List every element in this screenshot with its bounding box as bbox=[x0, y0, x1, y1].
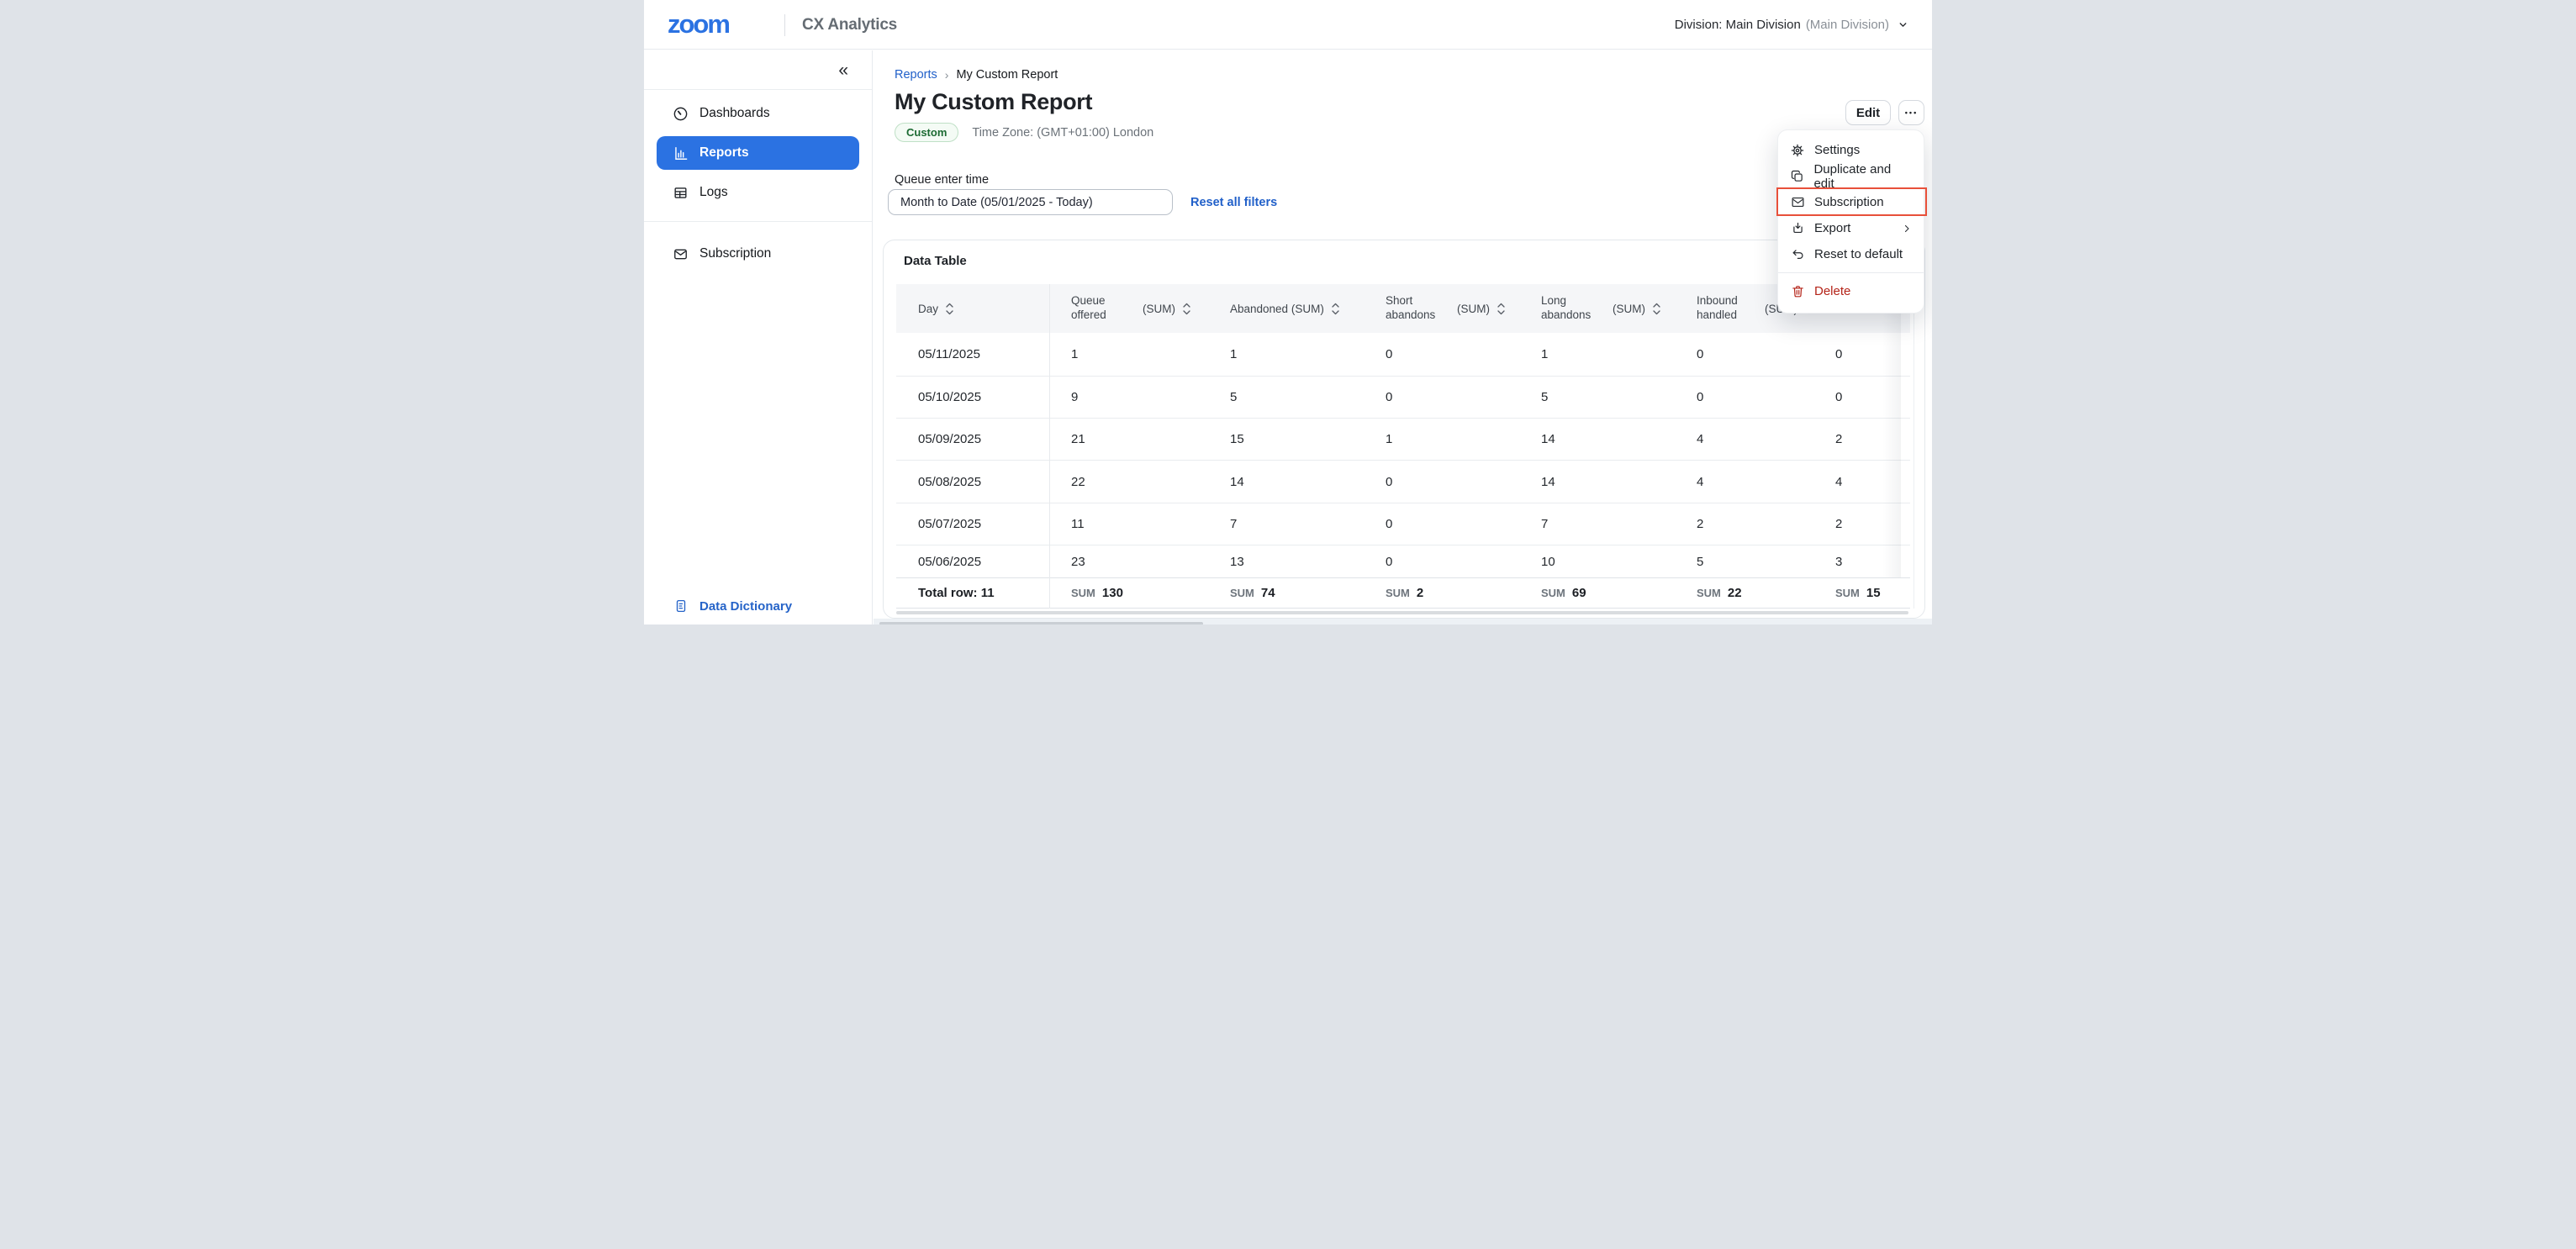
date-range-filter[interactable]: Month to Date (05/01/2025 - Today) bbox=[888, 189, 1173, 215]
division-label: Division: Main Division bbox=[1675, 18, 1801, 32]
document-icon bbox=[673, 598, 689, 614]
sort-icon[interactable] bbox=[1183, 303, 1190, 315]
chevron-down-icon bbox=[1894, 19, 1908, 30]
sidebar-item-label: Subscription bbox=[699, 246, 771, 261]
sort-icon[interactable] bbox=[1332, 303, 1339, 315]
total-cell: SUM2 bbox=[1364, 578, 1519, 608]
menu-item-delete[interactable]: Delete bbox=[1778, 278, 1924, 304]
bar-chart-icon bbox=[673, 145, 689, 161]
copy-icon bbox=[1790, 169, 1804, 183]
total-cell: SUM74 bbox=[1208, 578, 1364, 608]
sidebar-collapse-icon[interactable]: « bbox=[838, 61, 848, 80]
total-cell: SUM22 bbox=[1675, 578, 1813, 608]
horizontal-scroll-shadow bbox=[1882, 284, 1901, 577]
reset-filters-link[interactable]: Reset all filters bbox=[1190, 189, 1277, 215]
sort-icon[interactable] bbox=[1653, 303, 1660, 315]
breadcrumb-separator-icon: › bbox=[945, 68, 949, 82]
menu-item-reset-default[interactable]: Reset to default bbox=[1778, 241, 1924, 267]
table-header-row: Day Queue offered (SUM) Abandoned (SUM) … bbox=[896, 284, 1910, 333]
card-title: Data Table bbox=[904, 254, 967, 268]
data-dictionary-link[interactable]: Data Dictionary bbox=[657, 591, 859, 621]
filter-label: Queue enter time bbox=[895, 173, 989, 187]
envelope-icon bbox=[1790, 195, 1805, 209]
total-row-label: Total row: 11 bbox=[896, 578, 1049, 608]
more-options-menu: Settings Duplicate and edit Subscription… bbox=[1777, 129, 1924, 314]
report-meta: Custom Time Zone: (GMT+01:00) London bbox=[895, 123, 1153, 142]
breadcrumb-reports-link[interactable]: Reports bbox=[895, 68, 937, 82]
menu-item-duplicate[interactable]: Duplicate and edit bbox=[1778, 163, 1924, 189]
table-row[interactable]: 05/09/2025 21 15 1 14 4 2 bbox=[896, 419, 1910, 461]
column-header-abandoned[interactable]: Abandoned (SUM) bbox=[1208, 284, 1364, 333]
division-sublabel: (Main Division) bbox=[1806, 18, 1889, 32]
gauge-icon bbox=[673, 106, 689, 122]
data-table: Day Queue offered (SUM) Abandoned (SUM) … bbox=[896, 284, 1910, 609]
total-cell: SUM15 bbox=[1813, 578, 1885, 608]
sidebar-item-label: Dashboards bbox=[699, 106, 770, 121]
sidebar: « Dashboards Reports Logs Subscrip bbox=[644, 50, 873, 624]
column-header-queue-offered[interactable]: Queue offered (SUM) bbox=[1049, 284, 1208, 333]
timezone-label: Time Zone: (GMT+01:00) London bbox=[972, 126, 1153, 140]
horizontal-scrollbar[interactable] bbox=[896, 611, 1908, 614]
data-table-card: Data Table Day Queue offered (SUM) Aband… bbox=[883, 240, 1925, 619]
table-row[interactable]: 05/06/2025 23 13 0 10 5 3 bbox=[896, 545, 1910, 577]
download-icon bbox=[1790, 221, 1805, 235]
gear-icon bbox=[1790, 143, 1805, 158]
more-options-button[interactable]: ••• bbox=[1898, 100, 1924, 125]
column-header-short-abandons[interactable]: Short abandons (SUM) bbox=[1364, 284, 1519, 333]
sidebar-item-label: Logs bbox=[699, 185, 728, 200]
page-horizontal-scrollbar[interactable] bbox=[879, 622, 1203, 624]
chevron-right-icon bbox=[1902, 224, 1912, 234]
menu-divider bbox=[1778, 272, 1924, 273]
table-row[interactable]: 05/11/2025 1 1 0 1 0 0 bbox=[896, 333, 1910, 377]
sidebar-item-label: Reports bbox=[699, 145, 749, 161]
sidebar-item-logs[interactable]: Logs bbox=[657, 176, 859, 209]
table-row[interactable]: 05/07/2025 11 7 0 7 2 2 bbox=[896, 503, 1910, 545]
main-content: Reports › My Custom Report My Custom Rep… bbox=[874, 50, 1932, 624]
sidebar-item-dashboards[interactable]: Dashboards bbox=[657, 97, 859, 130]
table-icon bbox=[673, 185, 689, 201]
breadcrumb-current: My Custom Report bbox=[956, 68, 1058, 82]
sidebar-divider bbox=[644, 221, 872, 222]
total-cell: SUM130 bbox=[1049, 578, 1208, 608]
sort-icon[interactable] bbox=[1497, 303, 1505, 315]
page-title: My Custom Report bbox=[895, 89, 1092, 115]
menu-item-subscription[interactable]: Subscription bbox=[1778, 189, 1924, 215]
custom-badge: Custom bbox=[895, 123, 958, 142]
division-selector[interactable]: Division: Main Division (Main Division) bbox=[1675, 0, 1908, 50]
frozen-column-divider bbox=[1049, 284, 1050, 609]
trash-icon bbox=[1790, 284, 1805, 298]
table-row[interactable]: 05/10/2025 9 5 0 5 0 0 bbox=[896, 377, 1910, 419]
app-title: CX Analytics bbox=[802, 16, 897, 34]
menu-item-settings[interactable]: Settings bbox=[1778, 137, 1924, 163]
envelope-icon bbox=[673, 246, 689, 262]
sidebar-divider bbox=[644, 89, 872, 90]
edit-button[interactable]: Edit bbox=[1845, 100, 1891, 125]
ellipsis-icon: ••• bbox=[1905, 103, 1918, 117]
table-total-row: Total row: 11 SUM130 SUM74 SUM2 SUM69 SU… bbox=[896, 577, 1910, 609]
table-row[interactable]: 05/08/2025 22 14 0 14 4 4 bbox=[896, 461, 1910, 503]
undo-icon bbox=[1790, 247, 1805, 261]
logo-divider bbox=[784, 14, 785, 36]
sidebar-item-subscription[interactable]: Subscription bbox=[657, 237, 859, 271]
menu-item-export[interactable]: Export bbox=[1778, 215, 1924, 241]
data-dictionary-label: Data Dictionary bbox=[699, 599, 792, 614]
app-window: zoom CX Analytics Division: Main Divisio… bbox=[644, 0, 1932, 624]
sort-icon[interactable] bbox=[946, 303, 953, 315]
table-body: 05/11/2025 1 1 0 1 0 0 05/10/2025 9 5 0 … bbox=[896, 333, 1910, 577]
sidebar-item-reports[interactable]: Reports bbox=[657, 136, 859, 170]
column-header-day[interactable]: Day bbox=[896, 284, 1049, 333]
top-bar: zoom CX Analytics Division: Main Divisio… bbox=[644, 0, 1932, 50]
total-cell: SUM69 bbox=[1519, 578, 1675, 608]
column-header-long-abandons[interactable]: Long abandons (SUM) bbox=[1519, 284, 1675, 333]
breadcrumb: Reports › My Custom Report bbox=[895, 68, 1058, 82]
zoom-logo: zoom bbox=[668, 11, 729, 38]
